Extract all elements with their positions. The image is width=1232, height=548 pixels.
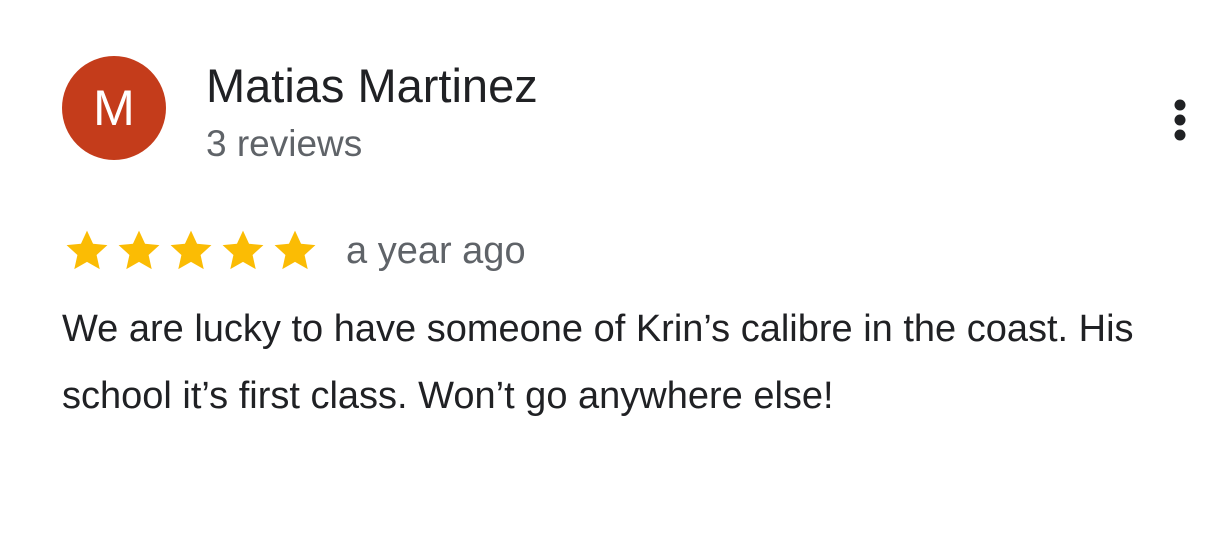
more-options-button[interactable] xyxy=(1152,92,1208,148)
star-icon xyxy=(274,230,316,270)
review-header: M Matias Martinez 3 reviews xyxy=(62,56,538,168)
rating-row: a year ago xyxy=(62,226,526,276)
more-vert-icon xyxy=(1174,99,1186,141)
star-rating xyxy=(62,226,322,276)
review-time: a year ago xyxy=(346,230,526,272)
reviewer-info: Matias Martinez 3 reviews xyxy=(206,56,538,168)
star-icon xyxy=(66,230,108,270)
avatar[interactable]: M xyxy=(62,56,166,160)
review-count[interactable]: 3 reviews xyxy=(206,120,538,168)
review-card: M Matias Martinez 3 reviews a year ago W… xyxy=(0,0,1232,548)
reviewer-name[interactable]: Matias Martinez xyxy=(206,58,538,114)
review-text: We are lucky to have someone of Krin’s c… xyxy=(62,308,1134,417)
star-icon xyxy=(222,230,264,270)
star-icon xyxy=(170,230,212,270)
star-icon xyxy=(118,230,160,270)
